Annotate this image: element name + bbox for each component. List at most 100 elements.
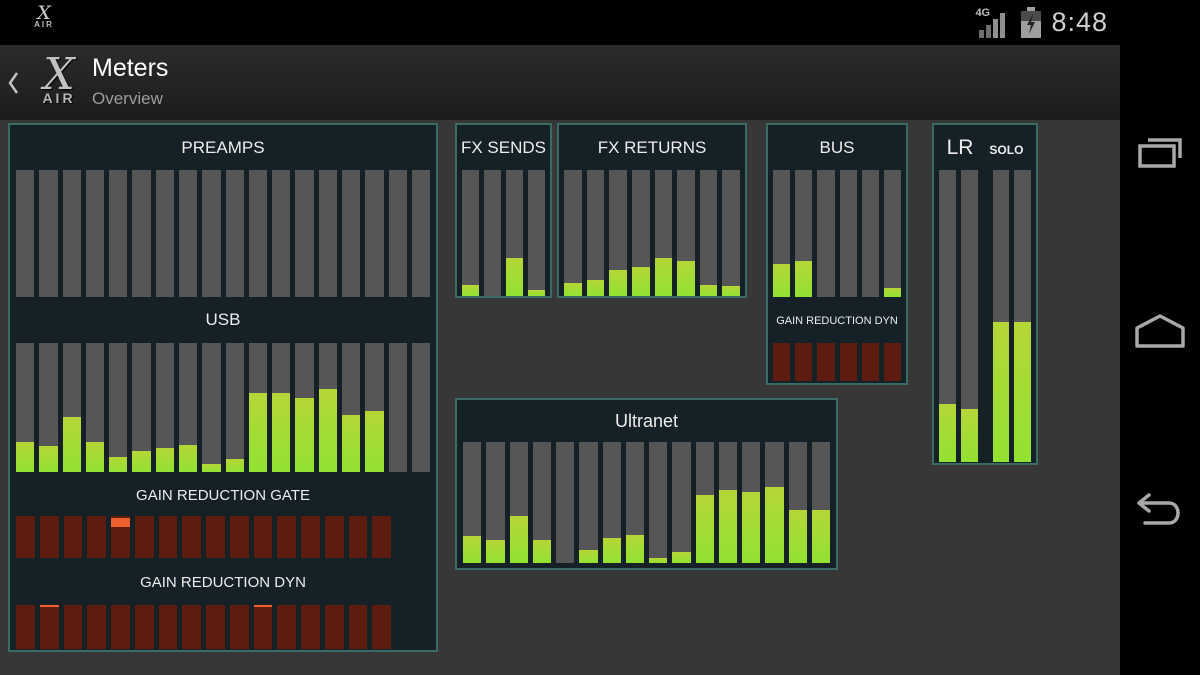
home-button[interactable] (1120, 300, 1200, 360)
app-bar: X AIR Meters Overview (0, 45, 1120, 121)
meter-bar (840, 170, 857, 297)
meter-bar (109, 170, 127, 297)
gain-reduction-bar (159, 516, 178, 558)
meter-bar (342, 343, 360, 472)
status-icons: 4G 8:48 (977, 0, 1108, 45)
gain-reduction-active-segment (254, 605, 273, 607)
meter-bar (742, 442, 760, 563)
gain-reduction-bar (206, 605, 225, 649)
preamps-meter-row (16, 170, 430, 297)
meter-fill (649, 558, 667, 563)
recents-icon (1132, 130, 1188, 170)
meter-fill (156, 448, 174, 473)
meter-fill (672, 552, 690, 563)
meter-fill (700, 285, 718, 296)
meter-bar (16, 343, 34, 472)
gain-reduction-bar (230, 516, 249, 558)
fx-returns-title: FX RETURNS (559, 125, 745, 170)
signal-icon: 4G (977, 8, 1011, 38)
page-title: Meters (92, 54, 168, 83)
back-nav-button[interactable] (1120, 482, 1200, 542)
gain-reduction-bar (795, 343, 812, 381)
meter-bar (365, 170, 383, 297)
gain-reduction-bar (87, 605, 106, 649)
panel-fx-sends: FX SENDS (455, 123, 552, 298)
recents-button[interactable] (1120, 120, 1200, 180)
battery-charging-icon (1020, 7, 1042, 39)
meter-fill (16, 442, 34, 472)
meter-fill (579, 550, 597, 563)
meter-fill (742, 492, 760, 563)
gain-reduction-bar (349, 605, 368, 649)
gain-reduction-gate-title: GAIN REDUCTION GATE (10, 472, 436, 516)
meter-bar (132, 170, 150, 297)
meter-fill (86, 442, 104, 472)
home-icon (1131, 310, 1189, 350)
gain-reduction-bar (349, 516, 368, 558)
panel-fx-returns: FX RETURNS (557, 123, 747, 298)
meter-bar (295, 170, 313, 297)
meter-fill (533, 540, 551, 563)
meter-bar (365, 343, 383, 472)
gain-reduction-bar (182, 516, 201, 558)
meter-fill (272, 393, 290, 472)
lr-solo-meter-row (939, 170, 1031, 462)
meter-fill (603, 538, 621, 563)
meter-bar (63, 170, 81, 297)
meter-bar (993, 170, 1010, 462)
bus-gain-reduction-dyn-row (773, 343, 901, 381)
gain-reduction-bar (111, 605, 130, 649)
panel-bus: BUS GAIN REDUCTION DYN (766, 123, 908, 385)
meter-fill (179, 445, 197, 472)
gain-reduction-bar (64, 516, 83, 558)
meter-bar (486, 442, 504, 563)
meter-fill (463, 536, 481, 563)
meter-bar (700, 170, 718, 296)
page-subtitle: Overview (92, 89, 163, 109)
meter-fill (609, 270, 627, 296)
gain-reduction-bar (40, 516, 59, 558)
meter-fill (765, 487, 783, 563)
meter-bar (587, 170, 605, 296)
back-button[interactable] (0, 45, 26, 120)
meter-bar (226, 170, 244, 297)
meter-fill (132, 451, 150, 472)
gain-reduction-bar (254, 516, 273, 558)
meter-bar (389, 170, 407, 297)
gain-reduction-bar (64, 605, 83, 649)
gain-reduction-bar (40, 605, 59, 649)
gain-reduction-bar (182, 605, 201, 649)
xair-logo-air: AIR (28, 91, 90, 105)
meter-bar (789, 442, 807, 563)
meter-bar (63, 343, 81, 472)
meter-bar (609, 170, 627, 296)
meter-fill (486, 540, 504, 563)
meter-bar (506, 170, 523, 296)
gain-reduction-bar (372, 605, 391, 649)
meter-fill (564, 283, 582, 296)
gain-reduction-bar (87, 516, 106, 558)
usb-meter-row (16, 343, 430, 472)
meter-bar (484, 170, 501, 296)
meter-bar (765, 442, 783, 563)
meter-fill (961, 409, 978, 462)
meter-fill (506, 258, 523, 296)
gain-reduction-bar (277, 516, 296, 558)
xair-logo-air: AIR (24, 21, 64, 29)
meter-bar (672, 442, 690, 563)
back-chevron-icon (7, 70, 19, 96)
meter-bar (795, 170, 812, 297)
meter-bar (812, 442, 830, 563)
gain-reduction-bar (372, 516, 391, 558)
meter-fill (939, 404, 956, 462)
meter-fill (528, 290, 545, 296)
gain-reduction-bar (16, 605, 35, 649)
usb-title: USB (10, 297, 436, 343)
meter-bar (722, 170, 740, 296)
panel-lr-solo: LRSOLO (932, 123, 1038, 465)
meter-bar (649, 442, 667, 563)
meter-fill (462, 285, 479, 296)
network-badge: 4G (975, 7, 990, 19)
meter-fill (319, 389, 337, 472)
gain-reduction-active-segment (40, 605, 59, 607)
